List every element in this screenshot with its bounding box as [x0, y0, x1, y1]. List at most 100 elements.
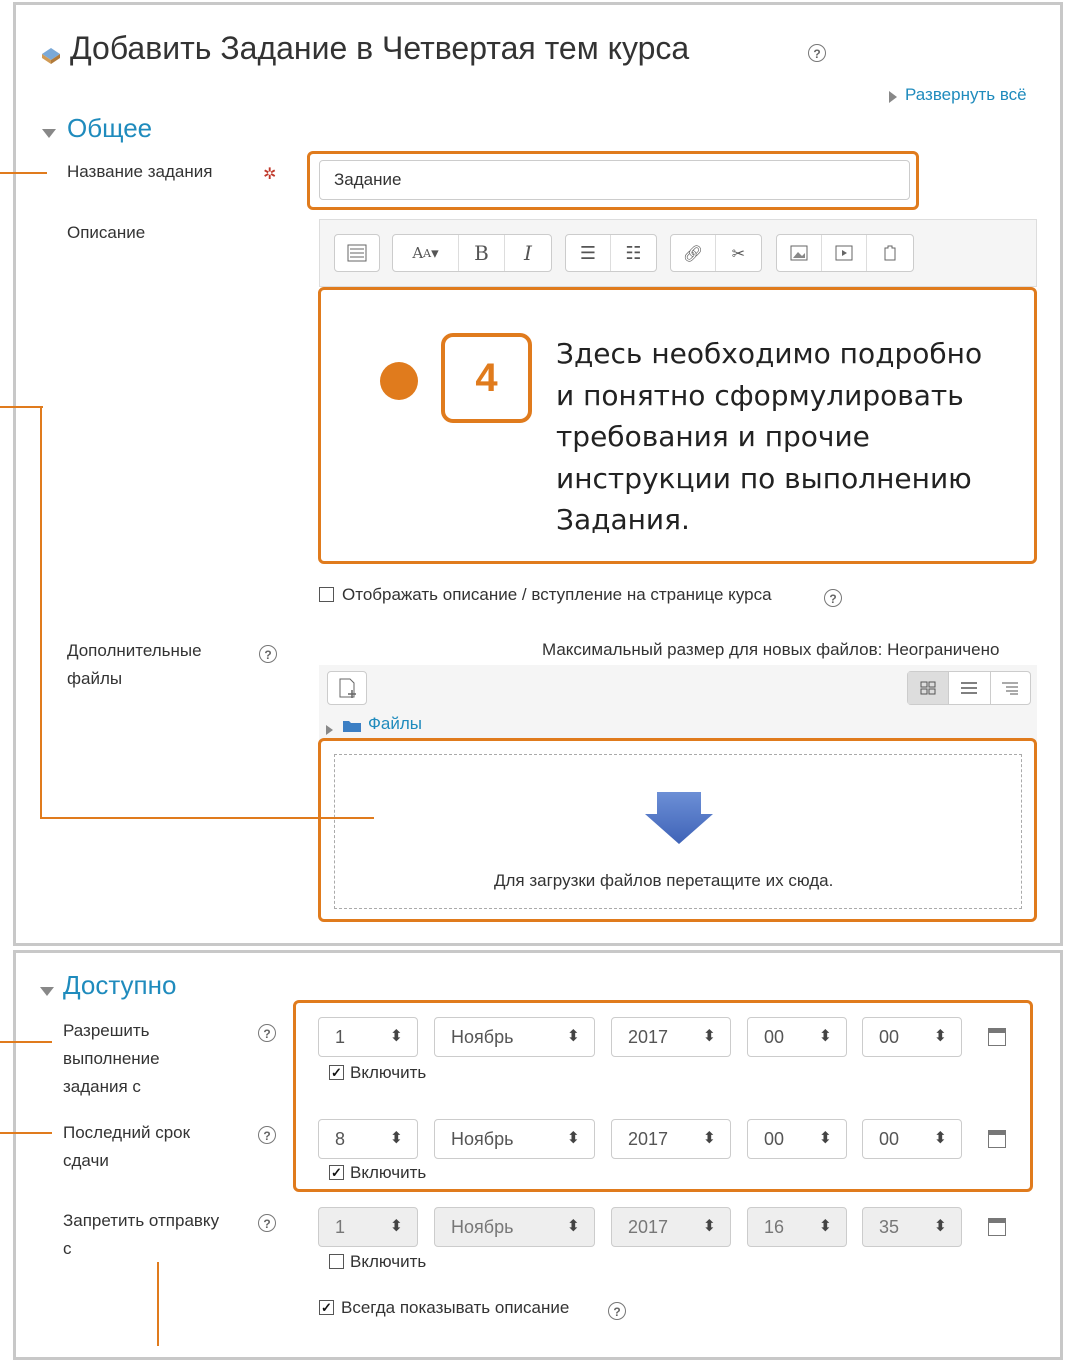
select-arrows-icon: ⬍	[702, 1130, 716, 1147]
files-folder-link[interactable]: Файлы	[368, 714, 422, 734]
add-file-icon[interactable]	[327, 671, 367, 705]
section-title-availability[interactable]: Доступно	[63, 970, 176, 1001]
minute-value: 00	[879, 1027, 900, 1047]
day-select[interactable]: 1 ⬍	[318, 1207, 418, 1247]
folder-icon	[342, 718, 362, 738]
image-icon[interactable]	[777, 235, 822, 271]
annotation-number: 4	[475, 356, 498, 400]
day-select[interactable]: 8 ⬍	[318, 1119, 418, 1159]
help-icon[interactable]: ?	[824, 589, 842, 607]
additional-files-label-line: файлы	[67, 669, 123, 688]
day-select[interactable]: 1 ⬍	[318, 1017, 418, 1057]
media-icon[interactable]	[822, 235, 867, 271]
cutoff-date-label-line: с	[63, 1239, 72, 1258]
month-select[interactable]: Ноябрь ⬍	[434, 1017, 595, 1057]
file-manager-icon[interactable]	[867, 235, 913, 271]
month-value: Ноябрь	[451, 1129, 514, 1149]
link-icon[interactable]: 🔗︎	[671, 235, 716, 271]
select-arrows-icon: ⬍	[702, 1028, 716, 1045]
additional-files-label-line: Дополнительные	[67, 641, 202, 660]
ordered-list-icon[interactable]: ☷	[611, 235, 656, 271]
month-select[interactable]: Ноябрь ⬍	[434, 1119, 595, 1159]
required-icon: ✲	[263, 166, 277, 183]
year-select[interactable]: 2017 ⬍	[611, 1017, 731, 1057]
show-description-label: Отображать описание / вступление на стра…	[342, 585, 772, 604]
day-value: 1	[335, 1027, 346, 1047]
bold-icon[interactable]: B	[459, 235, 505, 271]
section-title-general[interactable]: Общее	[67, 113, 152, 144]
annotation-line: и понятно сформулировать	[556, 378, 964, 412]
toolbar-toggle-icon[interactable]	[335, 235, 379, 271]
description-label: Описание	[67, 223, 146, 242]
month-select[interactable]: Ноябрь ⬍	[434, 1207, 595, 1247]
enable-label: Включить	[350, 1163, 427, 1182]
hour-select[interactable]: 16 ⬍	[747, 1207, 847, 1247]
hour-select[interactable]: 00 ⬍	[747, 1017, 847, 1057]
enable-label: Включить	[350, 1063, 427, 1082]
page-icon	[38, 40, 64, 66]
minute-select[interactable]: 00 ⬍	[862, 1119, 962, 1159]
select-arrows-icon: ⬍	[389, 1130, 403, 1147]
month-value: Ноябрь	[451, 1027, 514, 1047]
minute-select[interactable]: 00 ⬍	[862, 1017, 962, 1057]
enable-checkbox[interactable]: ✓	[329, 1065, 344, 1080]
enable-checkbox[interactable]	[329, 1254, 344, 1269]
always-show-description-checkbox[interactable]: ✓	[319, 1300, 334, 1315]
help-icon[interactable]: ?	[258, 1126, 276, 1144]
enable-checkbox[interactable]: ✓	[329, 1165, 344, 1180]
annotation-line: инструкции по выполнению	[556, 461, 972, 495]
additional-files-label: Дополнительные файлы	[67, 637, 202, 693]
cutoff-date-label: Запретить отправку с	[63, 1207, 219, 1263]
cutoff-date-label-line: Запретить отправку	[63, 1211, 220, 1230]
allow-submissions-label-line: Разрешить	[63, 1021, 150, 1040]
calendar-icon[interactable]	[988, 1028, 1006, 1046]
annotation-line: Задания.	[556, 503, 690, 536]
annotation-line: Здесь необходимо подробно	[556, 337, 983, 370]
connector-line	[0, 1132, 52, 1134]
calendar-icon[interactable]	[988, 1218, 1006, 1236]
italic-icon[interactable]: I	[505, 235, 551, 271]
day-value: 8	[335, 1129, 346, 1149]
connector-line	[0, 1041, 52, 1043]
hour-value: 00	[764, 1027, 785, 1047]
year-select[interactable]: 2017 ⬍	[611, 1207, 731, 1247]
annotation-number-box: 4	[441, 333, 532, 423]
help-icon[interactable]: ?	[259, 645, 277, 663]
allow-submissions-label: Разрешить выполнение задания с	[63, 1017, 160, 1101]
grid-view-icon[interactable]	[908, 672, 950, 704]
minute-select[interactable]: 35 ⬍	[862, 1207, 962, 1247]
select-arrows-icon: ⬍	[566, 1028, 580, 1045]
day-value: 1	[335, 1217, 346, 1237]
font-style-icon[interactable]: A A ▾	[393, 235, 459, 271]
year-select[interactable]: 2017 ⬍	[611, 1119, 731, 1159]
unlink-icon[interactable]: ✂	[716, 235, 761, 271]
triangle-down-icon[interactable]	[42, 125, 56, 143]
hour-value: 00	[764, 1129, 785, 1149]
select-arrows-icon: ⬍	[933, 1130, 947, 1147]
allow-submissions-label-line: задания с	[63, 1077, 141, 1096]
tree-view-icon[interactable]	[991, 672, 1030, 704]
calendar-icon[interactable]	[988, 1130, 1006, 1148]
annotation-text: Здесь необходимо подробно и понятно сфор…	[556, 333, 982, 541]
help-icon[interactable]: ?	[808, 44, 826, 62]
hour-select[interactable]: 00 ⬍	[747, 1119, 847, 1159]
list-view-icon[interactable]	[949, 672, 991, 704]
max-size-text: Максимальный размер для новых файлов: Не…	[542, 640, 1000, 659]
year-value: 2017	[628, 1027, 669, 1047]
triangle-down-icon[interactable]	[40, 983, 54, 1001]
select-arrows-icon: ⬍	[818, 1218, 832, 1235]
expand-all-link[interactable]: Развернуть всё	[905, 85, 1027, 105]
connector-line	[0, 172, 47, 174]
connector-line	[157, 1262, 159, 1346]
help-icon[interactable]: ?	[608, 1302, 626, 1320]
help-icon[interactable]: ?	[258, 1214, 276, 1232]
assignment-name-input[interactable]: Задание	[319, 160, 910, 200]
show-description-checkbox[interactable]	[319, 587, 334, 602]
select-arrows-icon: ⬍	[933, 1218, 947, 1235]
due-date-label-line: Последний срок	[63, 1123, 191, 1142]
help-icon[interactable]: ?	[258, 1024, 276, 1042]
select-arrows-icon: ⬍	[933, 1028, 947, 1045]
triangle-right-icon	[889, 90, 897, 108]
unordered-list-icon[interactable]: ☰	[566, 235, 611, 271]
select-arrows-icon: ⬍	[566, 1130, 580, 1147]
